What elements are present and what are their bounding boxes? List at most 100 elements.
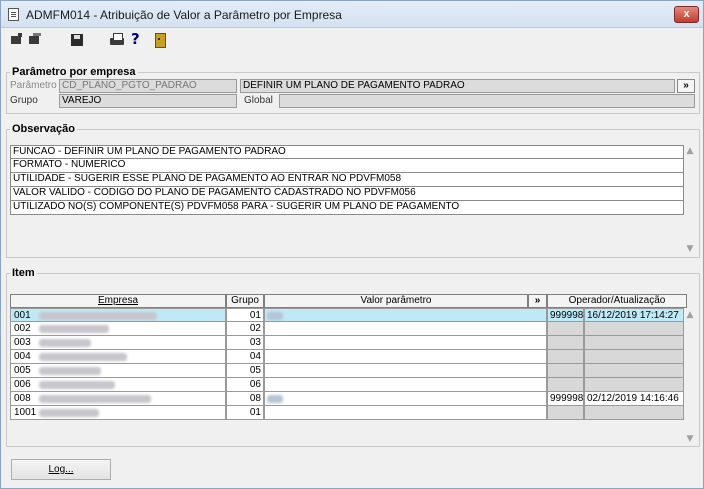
cell-grupo-text: 05	[249, 365, 261, 376]
document-icon	[8, 8, 19, 21]
scroll-down-icon[interactable]: ▼	[686, 245, 694, 254]
grupo-label: Grupo	[10, 95, 38, 106]
cell-grupo[interactable]: 03	[226, 336, 264, 350]
parametro-group: Parâmetro por empresa Parâmetro CD_PLANO…	[6, 66, 700, 114]
cell-grupo[interactable]: 01	[226, 406, 264, 420]
cell-empresa[interactable]: 006	[10, 378, 226, 392]
observacao-scrollbar[interactable]: ▲ ▼	[684, 145, 696, 255]
cell-grupo[interactable]: 02	[226, 322, 264, 336]
cell-grupo[interactable]: 08	[226, 392, 264, 406]
cell-empresa[interactable]: 1001	[10, 406, 226, 420]
cell-atualizacao[interactable]	[584, 378, 684, 392]
cell-grupo[interactable]: 06	[226, 378, 264, 392]
column-expand-button[interactable]: »	[528, 294, 547, 308]
cell-grupo-text: 08	[249, 393, 261, 404]
cell-empresa-text: 001	[14, 310, 31, 321]
cell-grupo-text: 04	[249, 351, 261, 362]
observacao-list: FUNCAO - DEFINIR UM PLANO DE PAGAMENTO P…	[10, 145, 684, 215]
cell-atualizacao[interactable]	[584, 350, 684, 364]
cell-valor[interactable]	[264, 406, 547, 420]
table-row[interactable]: 004 04	[10, 350, 687, 364]
observacao-line[interactable]: FUNCAO - DEFINIR UM PLANO DE PAGAMENTO P…	[10, 145, 684, 159]
cell-empresa-text: 008	[14, 393, 31, 404]
cell-empresa[interactable]: 003	[10, 336, 226, 350]
cell-empresa[interactable]: 004	[10, 350, 226, 364]
cell-grupo-text: 06	[249, 379, 261, 390]
cell-atualizacao[interactable]: 16/12/2019 17:14:27	[584, 308, 684, 322]
cell-empresa[interactable]: 005	[10, 364, 226, 378]
cell-grupo[interactable]: 01	[226, 308, 264, 322]
table-row[interactable]: 001 01 999998 16/12/2019 17:14:27	[10, 308, 687, 322]
cell-operador[interactable]	[547, 322, 584, 336]
table-row[interactable]: 006 06	[10, 378, 687, 392]
redacted-company-name	[39, 381, 115, 389]
print-icon[interactable]	[109, 32, 125, 48]
observacao-line[interactable]: FORMATO - NUMERICO	[10, 159, 684, 173]
nav-last-icon[interactable]	[27, 32, 43, 48]
redacted-company-name	[39, 339, 91, 347]
cell-atualizacao[interactable]: 02/12/2019 14:16:46	[584, 392, 684, 406]
title-bar: ADMFM014 - Atribuição de Valor a Parâmet…	[1, 1, 703, 28]
item-group: Item Empresa Grupo Valor parâmetro » Ope…	[6, 267, 700, 447]
cell-valor[interactable]	[264, 336, 547, 350]
cell-operador[interactable]	[547, 336, 584, 350]
redacted-company-name	[39, 367, 101, 375]
cell-grupo[interactable]: 04	[226, 350, 264, 364]
cell-empresa-text: 003	[14, 337, 31, 348]
cell-atualizacao[interactable]	[584, 322, 684, 336]
cell-valor[interactable]	[264, 350, 547, 364]
observacao-line[interactable]: UTILIDADE - SUGERIR ESSE PLANO DE PAGAME…	[10, 173, 684, 187]
cell-valor[interactable]	[264, 392, 547, 406]
redacted-value	[267, 312, 283, 320]
parametro-expand-button[interactable]: »	[677, 79, 695, 93]
cell-valor[interactable]	[264, 322, 547, 336]
column-grupo[interactable]: Grupo	[226, 294, 264, 308]
cell-operador[interactable]: 999998	[547, 308, 584, 322]
scroll-down-icon[interactable]: ▼	[686, 435, 694, 444]
observacao-line[interactable]: VALOR VALIDO - CODIGO DO PLANO DE PAGAME…	[10, 187, 684, 201]
table-row[interactable]: 008 08 999998 02/12/2019 14:16:46	[10, 392, 687, 406]
app-window: ADMFM014 - Atribuição de Valor a Parâmet…	[0, 0, 704, 489]
observacao-group: Observação FUNCAO - DEFINIR UM PLANO DE …	[6, 123, 700, 258]
redacted-company-name	[39, 395, 151, 403]
cell-valor[interactable]	[264, 308, 547, 322]
cell-valor[interactable]	[264, 364, 547, 378]
cell-grupo-text: 01	[249, 310, 261, 321]
close-button[interactable]: x	[674, 6, 699, 23]
cell-atualizacao[interactable]	[584, 364, 684, 378]
cell-atualizacao[interactable]	[584, 336, 684, 350]
cell-empresa-text: 005	[14, 365, 31, 376]
cell-atualizacao[interactable]	[584, 406, 684, 420]
item-group-legend: Item	[12, 267, 35, 279]
redacted-company-name	[39, 409, 99, 417]
save-icon[interactable]	[69, 32, 85, 48]
column-valor[interactable]: Valor parâmetro	[264, 294, 528, 308]
cell-operador[interactable]	[547, 378, 584, 392]
global-label: Global	[244, 95, 273, 106]
column-operador[interactable]: Operador/Atualização	[547, 294, 687, 308]
cell-operador[interactable]: 999998	[547, 392, 584, 406]
nav-first-icon[interactable]	[9, 32, 25, 48]
column-empresa[interactable]: Empresa	[10, 294, 226, 308]
cell-empresa[interactable]: 008	[10, 392, 226, 406]
log-button[interactable]: Log...	[11, 459, 111, 480]
cell-operador[interactable]	[547, 364, 584, 378]
cell-empresa[interactable]: 001	[10, 308, 226, 322]
cell-operador-text: 999998	[550, 310, 584, 321]
item-scrollbar[interactable]: ▲ ▼	[684, 308, 696, 448]
help-icon[interactable]: ?	[131, 30, 147, 48]
cell-empresa[interactable]: 002	[10, 322, 226, 336]
table-row[interactable]: 003 03	[10, 336, 687, 350]
cell-grupo[interactable]: 05	[226, 364, 264, 378]
table-row[interactable]: 005 05	[10, 364, 687, 378]
cell-operador[interactable]	[547, 350, 584, 364]
exit-door-icon[interactable]	[152, 32, 168, 48]
table-row[interactable]: 002 02	[10, 322, 687, 336]
table-row[interactable]: 1001 01	[10, 406, 687, 420]
scroll-up-icon[interactable]: ▲	[686, 311, 694, 320]
cell-operador[interactable]	[547, 406, 584, 420]
grupo-field: VAREJO	[59, 94, 237, 108]
cell-valor[interactable]	[264, 378, 547, 392]
observacao-line[interactable]: UTILIZADO NO(S) COMPONENTE(S) PDVFM058 P…	[10, 201, 684, 215]
scroll-up-icon[interactable]: ▲	[686, 147, 694, 156]
